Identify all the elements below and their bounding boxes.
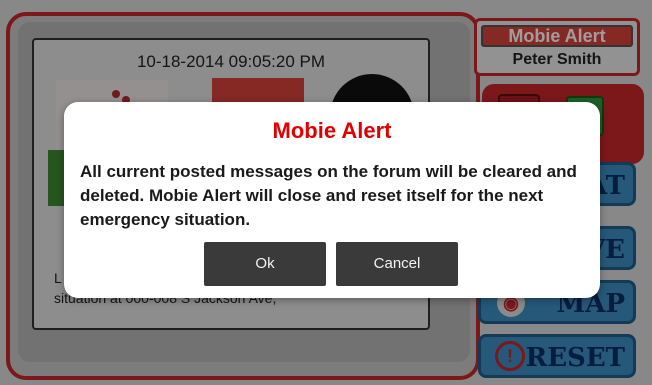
- dialog-message: All current posted messages on the forum…: [80, 162, 577, 229]
- cancel-button[interactable]: Cancel: [336, 242, 458, 286]
- dialog-title: Mobie Alert: [272, 118, 392, 143]
- confirm-dialog: Mobie Alert All current posted messages …: [64, 102, 600, 298]
- ok-button[interactable]: Ok: [204, 242, 326, 286]
